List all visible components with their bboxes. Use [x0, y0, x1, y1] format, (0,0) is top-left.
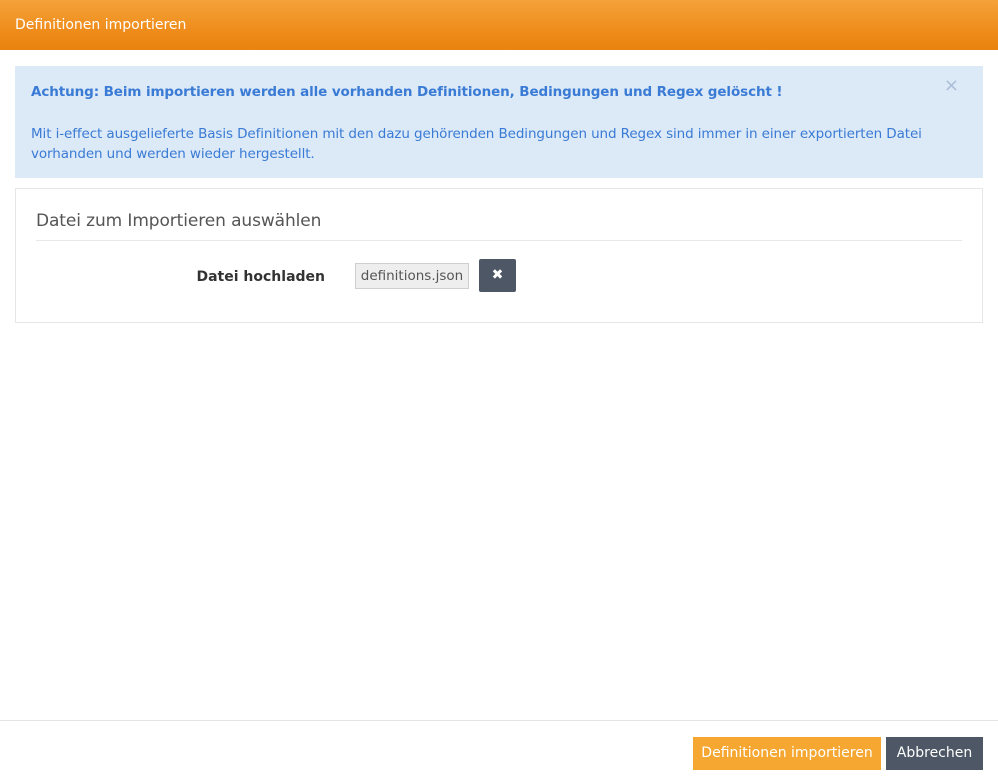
panel-divider — [36, 240, 962, 241]
dialog-title: Definitionen importieren — [15, 17, 187, 33]
close-icon[interactable]: × — [944, 76, 959, 96]
cancel-button[interactable]: Abbrechen — [886, 737, 983, 770]
upload-field-label: Datei hochladen — [196, 269, 325, 285]
footer-divider — [0, 720, 998, 721]
import-definitions-button[interactable]: Definitionen importieren — [693, 737, 881, 770]
import-panel: Datei zum Importieren auswählen Datei ho… — [15, 188, 983, 323]
warning-alert: Achtung: Beim importieren werden alle vo… — [15, 66, 983, 178]
panel-title: Datei zum Importieren auswählen — [36, 211, 322, 231]
selected-file-name: definitions.json — [355, 263, 469, 289]
alert-message: Mit i-effect ausgelieferte Basis Definit… — [31, 126, 922, 162]
remove-icon: ✖ — [491, 267, 504, 283]
remove-file-button[interactable]: ✖ — [479, 259, 516, 292]
dialog-header: Definitionen importieren — [0, 0, 998, 50]
alert-title: Achtung: Beim importieren werden alle vo… — [31, 84, 783, 100]
